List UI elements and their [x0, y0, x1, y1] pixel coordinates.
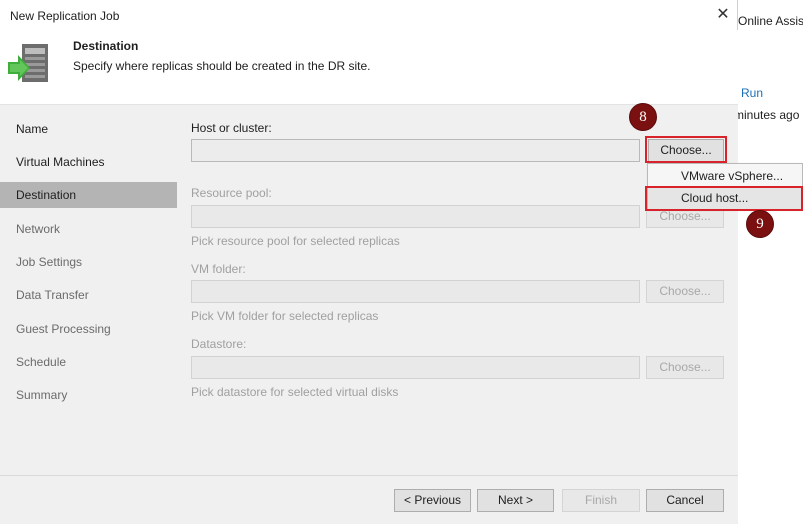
sidebar-item-name[interactable]: Name	[0, 116, 177, 142]
wizard-header: Destination Specify where replicas shoul…	[0, 30, 738, 105]
new-replication-job-dialog: New Replication Job ✕ Destination Specif…	[0, 0, 738, 524]
title-bar: New Replication Job ✕	[0, 0, 738, 30]
wizard-footer: < Previous Next > Finish Cancel	[0, 475, 738, 524]
online-assistance-text: Online Assist	[738, 14, 803, 28]
cloud-host-highlight	[645, 186, 803, 211]
datastore-hint: Pick datastore for selected virtual disk…	[191, 385, 399, 399]
close-icon[interactable]: ✕	[714, 4, 732, 24]
sidebar-item-summary[interactable]: Summary	[0, 382, 177, 408]
vm-folder-choose-button[interactable]: Choose...	[646, 280, 724, 303]
vm-folder-label: VM folder:	[191, 262, 246, 276]
choose-button-highlight	[645, 136, 727, 163]
wizard-steps-sidebar: Name Virtual Machines Destination Networ…	[0, 105, 177, 475]
vm-folder-field[interactable]	[191, 280, 640, 303]
host-cluster-label: Host or cluster:	[191, 121, 272, 135]
background-app: Online Assist Run minutes ago	[734, 0, 803, 526]
previous-button[interactable]: < Previous	[394, 489, 471, 512]
window-title: New Replication Job	[10, 9, 120, 23]
datastore-field[interactable]	[191, 356, 640, 379]
resource-pool-label: Resource pool:	[191, 186, 272, 200]
sidebar-item-guest-processing[interactable]: Guest Processing	[0, 316, 177, 342]
sidebar-item-job-settings[interactable]: Job Settings	[0, 249, 177, 275]
sidebar-item-network[interactable]: Network	[0, 216, 177, 242]
run-link[interactable]: Run	[741, 86, 763, 100]
resource-pool-hint: Pick resource pool for selected replicas	[191, 234, 400, 248]
step-8-badge: 8	[629, 103, 657, 131]
datastore-choose-button[interactable]: Choose...	[646, 356, 724, 379]
sidebar-item-virtual-machines[interactable]: Virtual Machines	[0, 149, 177, 175]
cancel-button[interactable]: Cancel	[646, 489, 724, 512]
sidebar-item-schedule[interactable]: Schedule	[0, 349, 177, 375]
sidebar-item-data-transfer[interactable]: Data Transfer	[0, 282, 177, 308]
resource-pool-field[interactable]	[191, 205, 640, 228]
minutes-ago-text: minutes ago	[734, 108, 800, 122]
replication-destination-icon	[8, 42, 52, 88]
step-title: Destination	[73, 39, 139, 53]
finish-button[interactable]: Finish	[562, 489, 640, 512]
datastore-label: Datastore:	[191, 337, 247, 351]
step-9-badge: 9	[746, 210, 774, 238]
host-cluster-field[interactable]	[191, 139, 640, 162]
step-description: Specify where replicas should be created…	[73, 59, 371, 73]
next-button[interactable]: Next >	[477, 489, 554, 512]
vm-folder-hint: Pick VM folder for selected replicas	[191, 309, 379, 323]
sidebar-item-destination[interactable]: Destination	[0, 182, 177, 208]
menu-item-vmware-vsphere[interactable]: VMware vSphere...	[648, 165, 802, 187]
